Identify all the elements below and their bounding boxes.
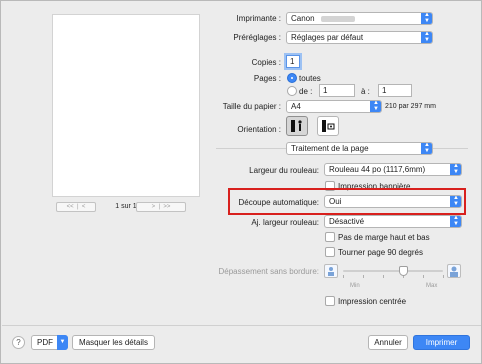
auto-cut-value: Oui (329, 197, 342, 206)
overflow-min-label: Min (350, 283, 360, 289)
pages-label: Pages : (253, 74, 281, 83)
slider-tick (363, 275, 364, 278)
chevron-updown-icon: ▲ ▼ (450, 216, 461, 227)
printer-label: Imprimante : (236, 14, 281, 23)
paper-size-value: A4 (291, 102, 301, 111)
paper-dimensions: 210 par 297 mm (385, 103, 436, 110)
help-button[interactable]: ? (12, 336, 25, 349)
adjust-width-label: Aj. largeur rouleau: (251, 218, 319, 227)
slider-tick (383, 275, 384, 278)
paper-size-label: Taille du papier : (222, 102, 281, 111)
printer-blurred-model (320, 15, 355, 22)
next-last-page-buttons[interactable]: > | >> (136, 202, 186, 212)
overflow-slider-track[interactable] (343, 270, 443, 272)
slider-tick (443, 275, 444, 278)
pages-all-radio[interactable] (287, 73, 297, 83)
copies-label: Copies : (251, 58, 281, 67)
cancel-button[interactable]: Annuler (368, 335, 408, 350)
copies-field[interactable]: 1 (286, 55, 300, 68)
hide-details-button[interactable]: Masquer les détails (72, 335, 155, 350)
roll-width-select[interactable]: Rouleau 44 po (1117,6mm) ▲ ▼ (324, 163, 462, 176)
chevron-updown-icon: ▲ ▼ (421, 32, 432, 43)
pages-to-field[interactable]: 1 (378, 84, 412, 97)
roll-width-value: Rouleau 44 po (1117,6mm) (329, 165, 426, 174)
landscape-person-icon (322, 120, 335, 132)
chevron-updown-icon: ▲ ▼ (421, 13, 432, 24)
presets-label: Préréglages : (233, 33, 281, 42)
pages-to-label: à : (361, 87, 370, 96)
paper-size-select[interactable]: A4 ▲ ▼ (286, 100, 382, 113)
orientation-landscape-button[interactable] (317, 116, 339, 136)
last-page-button[interactable]: >> (163, 204, 170, 210)
no-margin-checkbox[interactable] (325, 232, 335, 242)
section-select[interactable]: Traitement de la page ▲ ▼ (286, 142, 433, 155)
no-margin-label: Pas de marge haut et bas (338, 233, 430, 242)
auto-cut-select[interactable]: Oui ▲ ▼ (324, 195, 462, 208)
page-preview (52, 14, 200, 197)
chevron-updown-icon: ▲ ▼ (421, 143, 432, 154)
prev-page-button[interactable]: < (82, 204, 86, 210)
print-dialog: << | < 1 sur 1 > | >> Imprimante : Canon… (0, 0, 482, 364)
chevron-updown-icon: ▲ ▼ (370, 101, 381, 112)
rotate-label: Tourner page 90 degrés (338, 248, 423, 257)
overflow-slider-knob[interactable] (399, 266, 408, 276)
pages-all-label: toutes (299, 74, 321, 83)
centered-label: Impression centrée (338, 297, 407, 306)
printer-value: Canon (291, 14, 315, 23)
overflow-min-icon (324, 264, 338, 278)
pages-from-field[interactable]: 1 (319, 84, 355, 97)
rotate-checkbox[interactable] (325, 247, 335, 257)
orientation-label: Orientation : (237, 125, 281, 134)
overflow-slider-ticks (343, 275, 444, 279)
presets-value: Réglages par défaut (291, 33, 364, 42)
portrait-person-icon (291, 120, 302, 132)
first-prev-page-buttons[interactable]: << | < (56, 202, 96, 212)
orientation-portrait-button[interactable] (286, 116, 308, 136)
slider-tick (343, 275, 344, 278)
overflow-max-label: Max (426, 283, 438, 289)
chevron-updown-icon: ▲ ▼ (450, 164, 461, 175)
next-page-button[interactable]: > (152, 204, 156, 210)
overflow-max-icon (447, 264, 461, 278)
chevron-updown-icon: ▲ ▼ (450, 196, 461, 207)
adjust-width-select[interactable]: Désactivé ▲ ▼ (324, 215, 462, 228)
printer-select[interactable]: Canon ▲ ▼ (286, 12, 433, 25)
pages-from-label: de : (299, 87, 313, 96)
section-value: Traitement de la page (291, 144, 369, 153)
pdf-menu-button[interactable]: PDF ▼ (31, 335, 68, 350)
slider-tick (423, 275, 424, 278)
footer-separator (2, 325, 481, 326)
centered-checkbox[interactable] (325, 296, 335, 306)
print-button[interactable]: Imprimer (413, 335, 470, 350)
presets-select[interactable]: Réglages par défaut ▲ ▼ (286, 31, 433, 44)
auto-cut-label: Découpe automatique: (238, 198, 320, 207)
overflow-label: Dépassement sans bordure: (218, 267, 320, 276)
roll-width-label: Largeur du rouleau: (249, 166, 319, 175)
first-page-button[interactable]: << (67, 204, 74, 210)
pages-range-radio[interactable] (287, 86, 297, 96)
pdf-label: PDF (37, 338, 53, 347)
adjust-width-value: Désactivé (329, 217, 365, 226)
chevron-down-icon: ▼ (57, 335, 68, 350)
